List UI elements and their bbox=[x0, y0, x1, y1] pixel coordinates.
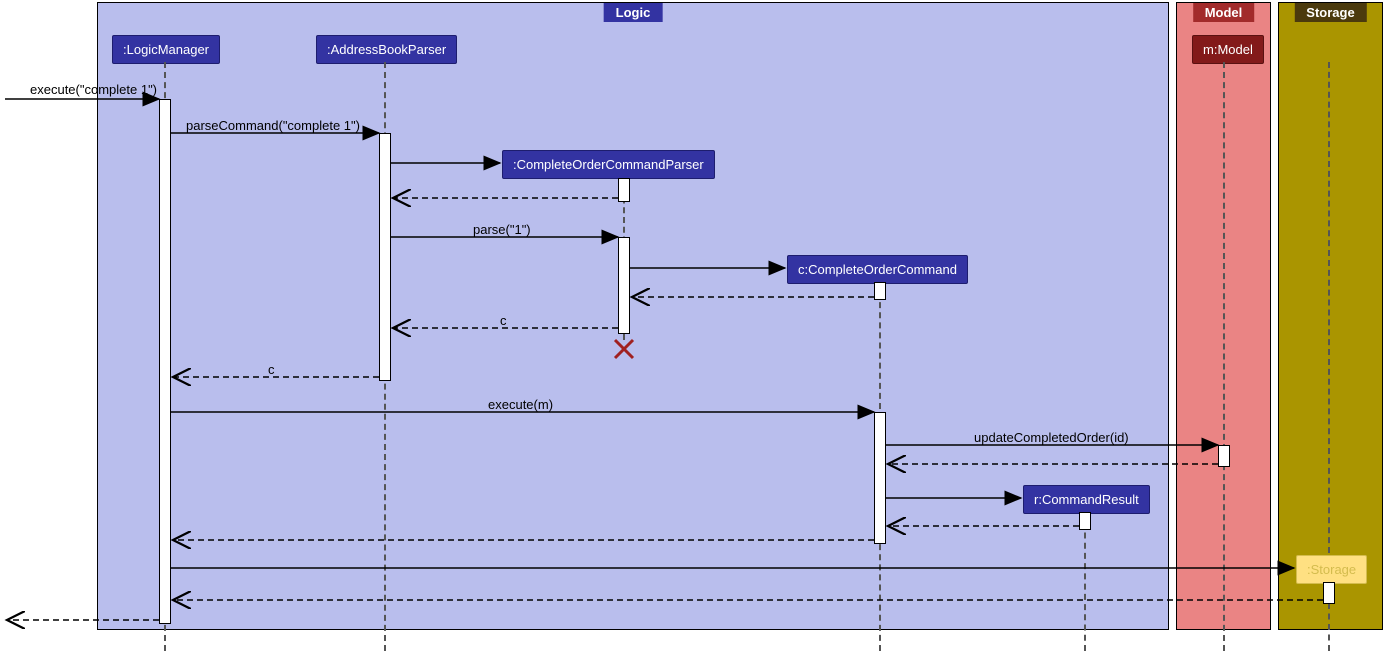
lifeline-storage-upper bbox=[1328, 62, 1330, 553]
activation-logic-manager bbox=[159, 99, 171, 624]
logic-frame: Logic bbox=[97, 2, 1169, 630]
model-frame-header: Model bbox=[1193, 3, 1255, 22]
msg-update-completed-order: updateCompletedOrder(id) bbox=[974, 430, 1129, 445]
logic-frame-header: Logic bbox=[604, 3, 663, 22]
msg-return-c-2: c bbox=[268, 362, 275, 377]
activation-cocp-2 bbox=[618, 237, 630, 334]
activation-coc-1 bbox=[874, 282, 886, 300]
participant-logic-manager: :LogicManager bbox=[112, 35, 220, 64]
storage-frame-header: Storage bbox=[1294, 3, 1366, 22]
msg-return-c-1: c bbox=[500, 313, 507, 328]
activation-coc-2 bbox=[874, 412, 886, 544]
participant-address-book-parser: :AddressBookParser bbox=[316, 35, 457, 64]
msg-execute-m: execute(m) bbox=[488, 397, 553, 412]
msg-parse-1: parse("1") bbox=[473, 222, 531, 237]
lifeline-model bbox=[1223, 62, 1225, 651]
participant-command-result: r:CommandResult bbox=[1023, 485, 1150, 514]
participant-storage: :Storage bbox=[1296, 555, 1367, 584]
activation-cocp-1 bbox=[618, 178, 630, 202]
msg-parse-command: parseCommand("complete 1") bbox=[186, 118, 360, 133]
activation-storage bbox=[1323, 582, 1335, 604]
activation-address-book-parser bbox=[379, 133, 391, 381]
activation-model bbox=[1218, 445, 1230, 467]
destroy-icon bbox=[613, 338, 635, 360]
lifeline-command-result bbox=[1084, 512, 1086, 651]
participant-complete-order-command-parser: :CompleteOrderCommandParser bbox=[502, 150, 715, 179]
storage-frame: Storage bbox=[1278, 2, 1383, 630]
participant-complete-order-command: c:CompleteOrderCommand bbox=[787, 255, 968, 284]
activation-command-result bbox=[1079, 512, 1091, 530]
msg-execute-complete-1: execute("complete 1") bbox=[30, 82, 157, 97]
participant-model: m:Model bbox=[1192, 35, 1264, 64]
